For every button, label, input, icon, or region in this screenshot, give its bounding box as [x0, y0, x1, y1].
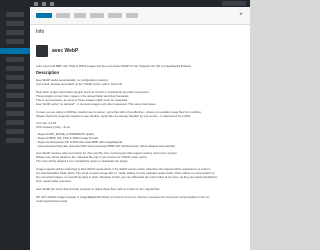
- sidebar-item[interactable]: [6, 84, 24, 89]
- wordpress-logo-icon[interactable]: [34, 1, 38, 6]
- tab-description[interactable]: [36, 13, 52, 18]
- plugin-name: avec WebP: [52, 48, 79, 54]
- sidebar-item[interactable]: [6, 138, 24, 143]
- tab-faq[interactable]: [74, 13, 86, 18]
- detail-text: avec WebP requires write permission for …: [36, 151, 244, 203]
- close-button[interactable]: ×: [238, 12, 244, 18]
- main-content: × Info avec WebP Auto convert all BMP, G…: [30, 7, 250, 250]
- detail-line: under/required/test-script.: [36, 199, 68, 203]
- plugin-icon: [36, 45, 48, 57]
- tab-screenshots[interactable]: [108, 13, 122, 18]
- admin-sidebar: [0, 0, 30, 250]
- sidebar-item[interactable]: [6, 21, 24, 26]
- home-icon[interactable]: [42, 1, 46, 6]
- modal-tab-bar: ×: [30, 7, 250, 25]
- sidebar-item[interactable]: [6, 120, 24, 125]
- sidebar-item[interactable]: [6, 75, 24, 80]
- intro-text: Auto convert all BMP, GIF, PNG & JPEG im…: [36, 64, 192, 68]
- plugin-description: Auto convert all BMP, GIF, PNG & JPEG im…: [36, 64, 244, 203]
- feature-list: - Supports WP_IMAGE_CONVERSION quality - …: [36, 132, 244, 148]
- tab-reviews[interactable]: [126, 13, 138, 18]
- status-text: Your site: 2.4.53 CPU Jessamy (site): ~8 …: [36, 121, 244, 129]
- sidebar-item[interactable]: [6, 93, 24, 98]
- sidebar-item[interactable]: [6, 102, 24, 107]
- sidebar-item[interactable]: [0, 48, 30, 54]
- comments-icon[interactable]: [50, 1, 54, 6]
- plugin-info-modal: × Info avec WebP Auto convert all BMP, G…: [30, 7, 250, 250]
- sidebar-item[interactable]: [6, 12, 24, 17]
- tab-installation[interactable]: [56, 13, 70, 18]
- description-text: avec WebP works automatically, no config…: [36, 78, 244, 118]
- plugin-header: avec WebP: [36, 45, 244, 59]
- admin-top-bar: [30, 0, 250, 7]
- sidebar-item[interactable]: [6, 30, 24, 35]
- sidebar-item[interactable]: [6, 66, 24, 71]
- sidebar-item[interactable]: [6, 57, 24, 62]
- account-menu[interactable]: [222, 1, 246, 6]
- sidebar-item[interactable]: [6, 39, 24, 44]
- description-heading: Description: [36, 70, 60, 75]
- modal-title: Info: [36, 29, 45, 35]
- sidebar-item[interactable]: [6, 129, 24, 134]
- sidebar-item[interactable]: [6, 111, 24, 116]
- tab-changelog[interactable]: [90, 13, 104, 18]
